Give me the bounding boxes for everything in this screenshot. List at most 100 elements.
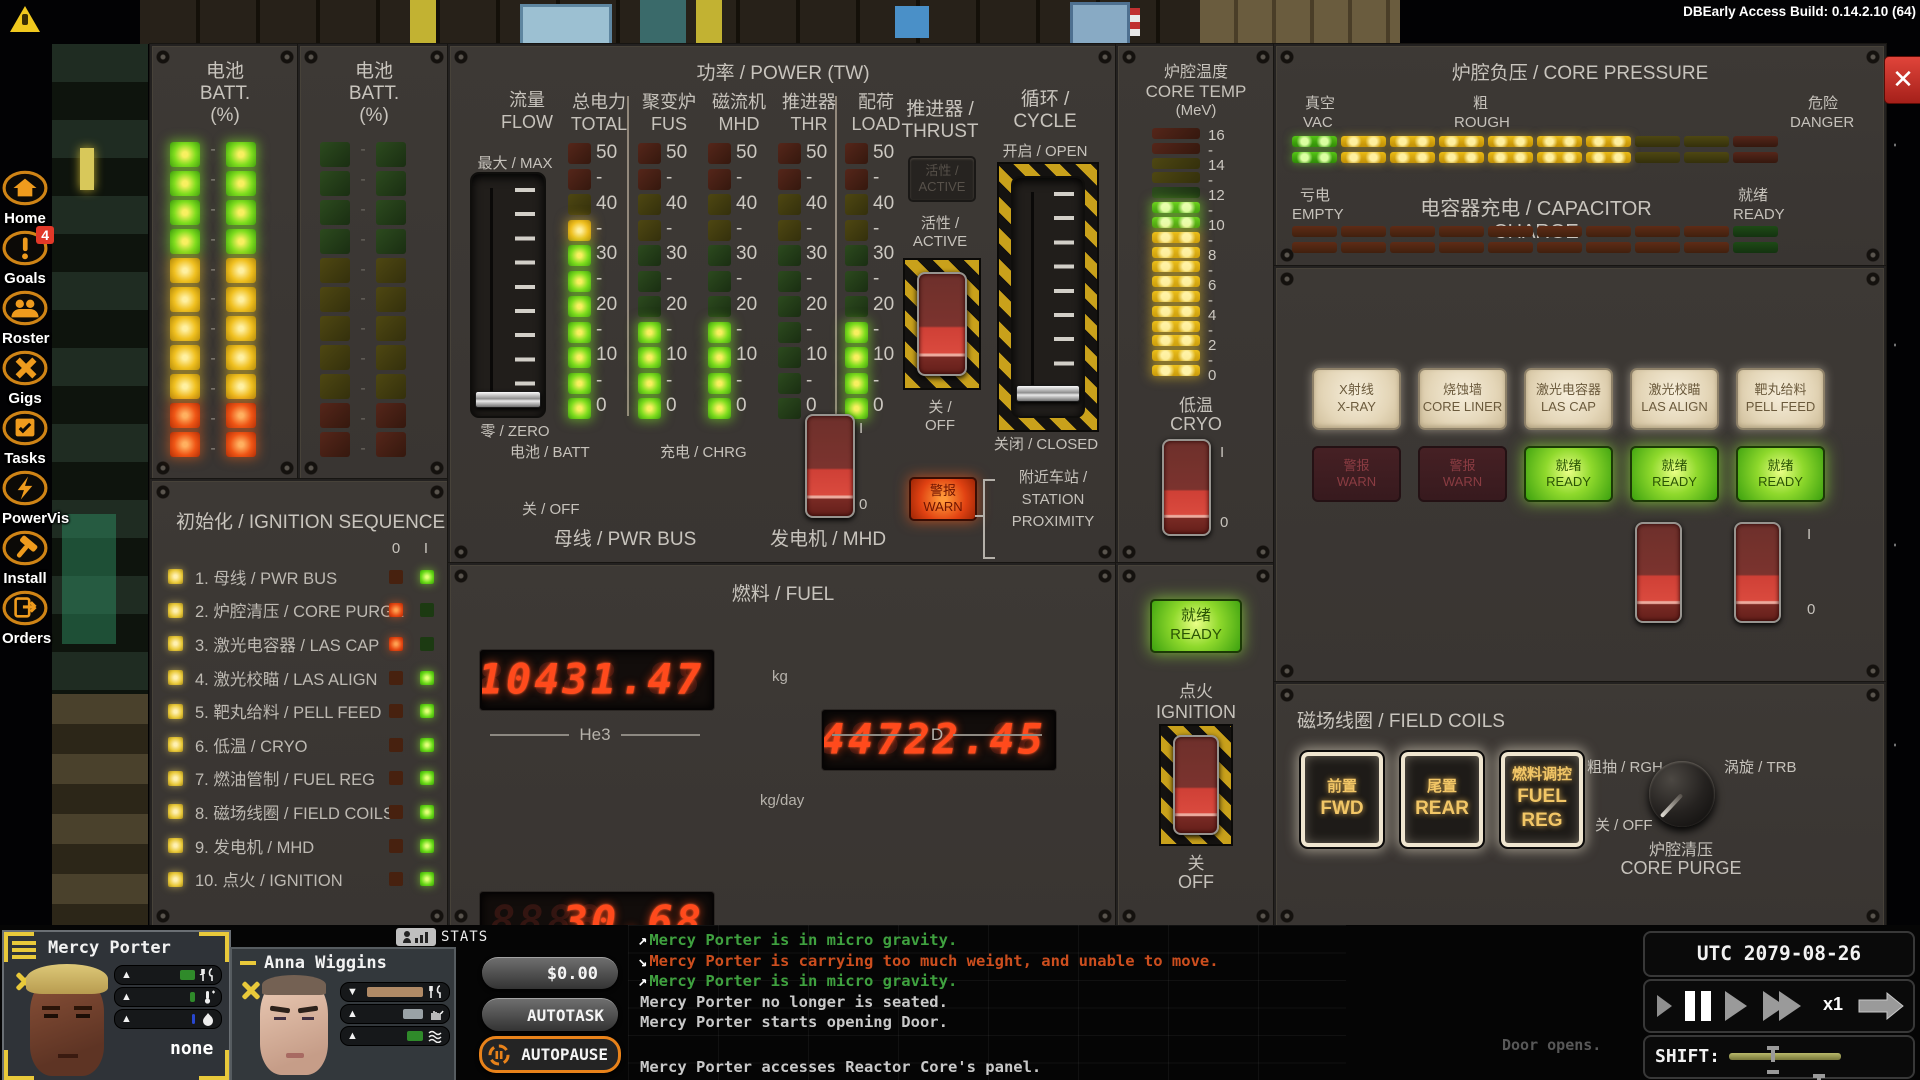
state-off-indicator [389,603,403,617]
flow-slider-handle[interactable] [475,391,541,408]
cryo-on-label: I [1220,444,1224,461]
battery-unit: (%) [300,105,448,127]
cycle-slider-handle[interactable] [1016,385,1080,402]
subsystem-button[interactable]: 靶丸给料 PELL FEED [1736,368,1825,430]
core-purge-knob[interactable] [1649,761,1715,827]
step-lamp [168,872,183,887]
autotask-button[interactable]: AUTOTASK [482,998,618,1031]
shift-control: SHIFT: [1643,1035,1915,1079]
meter-label-zh: 磁流机 [708,88,770,114]
shift-tick[interactable] [1767,1046,1779,1074]
led [1341,152,1386,163]
subsystem-button[interactable]: 激光电容器 LAS CAP [1524,368,1613,430]
hull-machine [640,0,686,44]
cycle-slider[interactable] [1011,176,1085,418]
play-small-icon[interactable] [1657,995,1672,1017]
pause-button[interactable] [1685,991,1711,1021]
led [1586,136,1631,147]
led [638,398,661,419]
tick-label: 20 [736,295,768,314]
shift-bar[interactable] [1729,1053,1841,1060]
field-coil-button[interactable]: 尾置 REAR [1399,750,1485,849]
warning-exclamation [22,14,28,25]
coil-label-en2: REG [1521,809,1562,834]
flow-slider[interactable] [470,172,546,418]
stats-button[interactable]: STATS [396,928,488,946]
step-label: 4. 激光校瞄 / LAS ALIGN [195,666,377,690]
led [708,220,731,241]
battery-led-column [320,142,350,457]
thrust-title: 推进器 / THRUST [890,94,990,143]
cycle-open-label: 开启 / OPEN [995,140,1095,161]
sidebar-item-roster[interactable]: Roster [2,290,48,347]
led [320,200,350,225]
tick-label: 50 [736,143,768,162]
meter-leds [568,143,591,419]
battery-unit: (%) [152,105,298,127]
sidebar-item-tasks[interactable]: Tasks [2,410,48,467]
field-coil-button[interactable]: 前置 FWD [1299,750,1385,849]
subsystem-button[interactable]: X射线 X-RAY [1312,368,1401,430]
slider-groove [1031,192,1034,402]
field-coil-button[interactable]: 燃料调控 FUEL REG [1499,750,1585,849]
tick-label: - [736,371,768,390]
speed-label: x1 [1823,994,1843,1015]
close-button[interactable]: ✕ [1884,56,1920,104]
las-align-switch[interactable] [1635,522,1682,623]
led [1537,242,1582,253]
sidebar-item-powervis[interactable]: PowerVis [2,470,48,527]
subsystem-button[interactable]: 烧蚀墙 CORE LINER [1418,368,1507,430]
skip-arrow-button[interactable] [1857,991,1905,1021]
led [638,245,661,266]
sidebar-item-home[interactable]: Home [2,170,48,227]
trend-arrow: ▲ [121,969,132,981]
trend-arrow: ▲ [347,1008,358,1020]
led [1152,143,1200,154]
pell-feed-switch[interactable] [1734,522,1781,623]
dash-icon [240,961,256,965]
mhd-switch[interactable] [805,414,855,518]
ignition-control-panel: 就绪 READY 点火 IGNITION 关 OFF [1116,563,1276,929]
ignition-switch[interactable] [1173,735,1219,835]
led [1152,172,1200,183]
sidebar-item-gigs[interactable]: Gigs [2,350,48,407]
led [1733,136,1778,147]
cryo-switch[interactable] [1162,439,1211,536]
tick-label: 0 [806,396,838,415]
brow [74,1006,92,1010]
led [1586,242,1631,253]
meter-scale: 50-40-30-20-10-0 [731,143,768,415]
play-icon[interactable] [1725,991,1747,1021]
crew-card-anna[interactable]: Anna Wiggins ▼ ▲ ▲ [230,947,456,1080]
crew-card-mercy[interactable]: Mercy Porter ▲ ▲ ▲ none [2,930,231,1080]
money-button[interactable]: $0.00 [482,957,618,989]
step-lamp [168,670,183,685]
ignition-switch-frame [1159,724,1233,846]
fast-forward-button[interactable] [1763,991,1801,1021]
bus-off-label: 关 / OFF [522,498,580,519]
state-off-indicator [389,671,403,685]
status-text-en: READY [1652,474,1697,490]
tick-label: 20 [596,295,628,314]
subsystem-button[interactable]: 激光校瞄 LAS ALIGN [1630,368,1719,430]
bar-fill [367,987,423,997]
thrust-switch[interactable] [917,272,967,376]
sidebar-item-install[interactable]: Install [2,530,48,587]
warning-icon[interactable] [10,6,40,32]
button-label-en: LAS CAP [1541,399,1596,416]
led [778,296,801,317]
shift-tick[interactable] [1813,1074,1825,1080]
stat-bar-touch: ▲ [340,1004,450,1024]
sidebar-item-orders[interactable]: Orders [2,590,48,647]
led [1152,158,1200,169]
ignition-label-en: IGNITION [1118,702,1274,723]
autopause-button[interactable]: AUTOPAUSE [479,1036,621,1073]
bracket [983,479,995,559]
purge-trb-label: 涡旋 / TRB [1724,756,1797,777]
sidebar-item-goals[interactable]: 4 Goals [2,230,48,287]
tick-label: 0 [1208,368,1238,383]
core-temp-scale: 16-14-12-10-8-6-4-2-0 [1200,128,1238,374]
led [778,373,801,394]
d-label: D [931,725,943,745]
field-coils-panel: 磁场线圈 / FIELD COILS 前置 FWD 尾置 REAR 燃料调控 F… [1274,682,1886,929]
